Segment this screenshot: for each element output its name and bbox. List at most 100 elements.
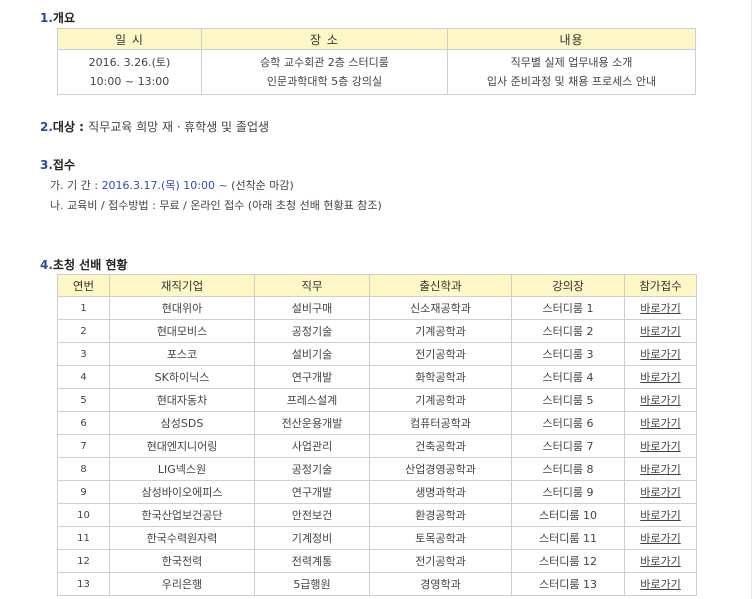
overview-row: 2016. 3.26.(토) 10:00 ~ 13:00 승학 교수회관 2층 … xyxy=(57,49,696,95)
row-company: 현대위아 xyxy=(109,296,255,320)
row-number: 7 xyxy=(57,434,110,458)
table-row: 11 한국수력원자력 기계정비 토목공학과 스터디룸 11 바로가기 xyxy=(57,526,697,550)
section-2-title: 대상 : xyxy=(52,120,89,134)
row-dept: 컴퓨터공학과 xyxy=(369,411,512,435)
row-company: LIG넥스원 xyxy=(109,457,255,481)
apply-link[interactable]: 바로가기 xyxy=(640,486,680,499)
row-job: 안전보건 xyxy=(254,503,370,527)
row-company: 삼성SDS xyxy=(109,411,255,435)
page: 1.개요 일 시 장 소 내용 2016. 3.26.(토) 10:00 ~ 1… xyxy=(0,0,753,599)
mentors-body: 1 현대위아 설비구매 신소재공학과 스터디룸 1 바로가기 2 현대모비스 공정기술 기계공학과… xyxy=(57,296,697,596)
header-job: 직무 xyxy=(254,274,370,297)
row-dept: 기계공학과 xyxy=(369,388,512,412)
table-row: 6 삼성SDS 전산운용개발 컴퓨터공학과 스터디룸 6 바로가기 xyxy=(57,411,697,435)
section-3-heading: 3.접수 xyxy=(40,156,75,173)
row-number: 13 xyxy=(57,572,110,596)
row-number: 6 xyxy=(57,411,110,435)
table-row: 9 삼성바이오에피스 연구개발 생명과학과 스터디룸 9 바로가기 xyxy=(57,480,697,504)
row-company: 포스코 xyxy=(109,342,255,366)
section-2-number: 2. xyxy=(40,120,53,134)
section-3-title: 접수 xyxy=(52,158,76,172)
row-dept: 환경공학과 xyxy=(369,503,512,527)
row-apply-cell: 바로가기 xyxy=(624,457,697,481)
row-company: 우리은행 xyxy=(109,572,255,596)
header-dept: 출신학과 xyxy=(369,274,512,297)
application-period-label: 가. 기 간 : xyxy=(50,179,102,192)
row-number: 11 xyxy=(57,526,110,550)
apply-link[interactable]: 바로가기 xyxy=(640,394,680,407)
row-room: 스터디룸 5 xyxy=(511,388,625,412)
mentors-header-row: 연번 재직기업 직무 출신학과 강의장 참가접수 xyxy=(57,274,697,297)
overview-place-1: 승학 교수회관 2층 스터디룸 xyxy=(260,56,389,69)
apply-link[interactable]: 바로가기 xyxy=(640,578,680,591)
row-apply-cell: 바로가기 xyxy=(624,388,697,412)
apply-link[interactable]: 바로가기 xyxy=(640,555,680,568)
row-apply-cell: 바로가기 xyxy=(624,342,697,366)
row-room: 스터디룸 10 xyxy=(511,503,625,527)
row-room: 스터디룸 7 xyxy=(511,434,625,458)
apply-link[interactable]: 바로가기 xyxy=(640,463,680,476)
row-job: 기계정비 xyxy=(254,526,370,550)
row-apply-cell: 바로가기 xyxy=(624,319,697,343)
section-2-heading: 2.대상 : 직무교육 희망 재ㆍ휴학생 및 졸업생 xyxy=(40,118,269,135)
application-period: 가. 기 간 : 2016.3.17.(목) 10:00 ~ (선착순 마감) xyxy=(50,177,294,193)
overview-content-2: 입사 준비과정 및 채용 프로세스 안내 xyxy=(486,75,657,88)
apply-link[interactable]: 바로가기 xyxy=(640,371,680,384)
apply-link[interactable]: 바로가기 xyxy=(640,302,680,315)
section-4-heading: 4.초청 선배 현황 xyxy=(40,256,128,273)
overview-content-1: 직무별 실제 업무내용 소개 xyxy=(510,56,633,69)
overview-content-cell: 직무별 실제 업무내용 소개 입사 준비과정 및 채용 프로세스 안내 xyxy=(447,49,696,95)
row-dept: 전기공학과 xyxy=(369,342,512,366)
application-period-note: (선착순 마감) xyxy=(227,179,294,192)
row-room: 스터디룸 2 xyxy=(511,319,625,343)
overview-header-content: 내용 xyxy=(447,28,696,50)
apply-link[interactable]: 바로가기 xyxy=(640,509,680,522)
row-number: 9 xyxy=(57,480,110,504)
row-company: 한국수력원자력 xyxy=(109,526,255,550)
row-job: 설비구매 xyxy=(254,296,370,320)
row-company: 현대엔지니어링 xyxy=(109,434,255,458)
apply-link[interactable]: 바로가기 xyxy=(640,348,680,361)
overview-place-2: 인문과학대학 5층 강의실 xyxy=(266,75,383,88)
row-room: 스터디룸 3 xyxy=(511,342,625,366)
row-number: 5 xyxy=(57,388,110,412)
row-company: 삼성바이오에피스 xyxy=(109,480,255,504)
row-number: 1 xyxy=(57,296,110,320)
section-3-number: 3. xyxy=(40,158,53,172)
overview-place-cell: 승학 교수회관 2층 스터디룸 인문과학대학 5층 강의실 xyxy=(201,49,448,95)
row-apply-cell: 바로가기 xyxy=(624,572,697,596)
table-row: 2 현대모비스 공정기술 기계공학과 스터디룸 2 바로가기 xyxy=(57,319,697,343)
header-apply: 참가접수 xyxy=(624,274,697,297)
apply-link[interactable]: 바로가기 xyxy=(640,440,680,453)
row-dept: 산업경영공학과 xyxy=(369,457,512,481)
section-1-title: 개요 xyxy=(52,11,76,25)
row-dept: 전기공학과 xyxy=(369,549,512,573)
row-job: 공정기술 xyxy=(254,457,370,481)
row-room: 스터디룸 6 xyxy=(511,411,625,435)
table-row: 8 LIG넥스원 공정기술 산업경영공학과 스터디룸 8 바로가기 xyxy=(57,457,697,481)
apply-link[interactable]: 바로가기 xyxy=(640,417,680,430)
apply-link[interactable]: 바로가기 xyxy=(640,325,680,338)
table-row: 13 우리은행 5급행원 경영학과 스터디룸 13 바로가기 xyxy=(57,572,697,596)
row-dept: 화학공학과 xyxy=(369,365,512,389)
application-period-dates: 2016.3.17.(목) 10:00 ~ xyxy=(101,179,228,192)
header-no: 연번 xyxy=(57,274,110,297)
apply-link[interactable]: 바로가기 xyxy=(640,532,680,545)
row-room: 스터디룸 8 xyxy=(511,457,625,481)
mentors-table: 연번 재직기업 직무 출신학과 강의장 참가접수 1 현대위아 설비구매 신소재공학과… xyxy=(57,274,697,596)
row-apply-cell: 바로가기 xyxy=(624,480,697,504)
section-1-number: 1. xyxy=(40,11,53,25)
row-dept: 경영학과 xyxy=(369,572,512,596)
header-company: 재직기업 xyxy=(109,274,255,297)
table-row: 10 한국산업보건공단 안전보건 환경공학과 스터디룸 10 바로가기 xyxy=(57,503,697,527)
row-room: 스터디룸 4 xyxy=(511,365,625,389)
section-4-title: 초청 선배 현황 xyxy=(52,258,128,272)
row-dept: 건축공학과 xyxy=(369,434,512,458)
section-1-heading: 1.개요 xyxy=(40,9,75,26)
row-job: 연구개발 xyxy=(254,365,370,389)
table-row: 12 한국전력 전력계통 전기공학과 스터디룸 12 바로가기 xyxy=(57,549,697,573)
row-apply-cell: 바로가기 xyxy=(624,526,697,550)
overview-time: 10:00 ~ 13:00 xyxy=(89,75,170,88)
table-row: 7 현대엔지니어링 사업관리 건축공학과 스터디룸 7 바로가기 xyxy=(57,434,697,458)
table-row: 3 포스코 설비기술 전기공학과 스터디룸 3 바로가기 xyxy=(57,342,697,366)
